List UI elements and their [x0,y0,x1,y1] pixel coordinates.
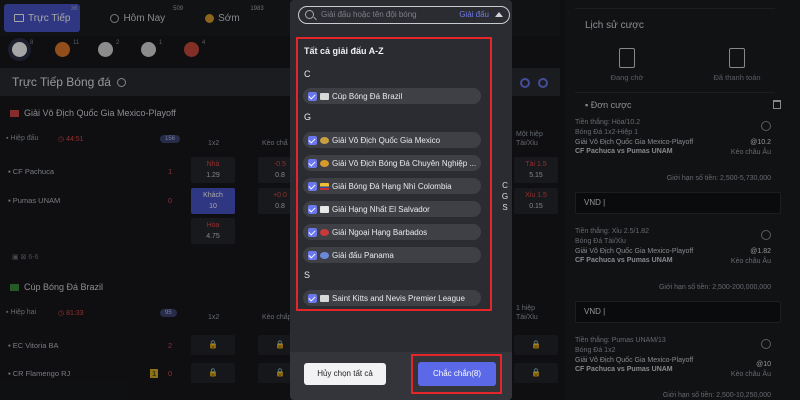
league-item-el-salvador[interactable]: Giải Hạng Nhất El Salvador [303,201,481,217]
league-list-title: Tất cả giải đấu A-Z [304,46,384,56]
league-flag-icon [320,228,329,236]
league-flag-icon [320,92,329,100]
league-item-label: Giải Vô Địch Quốc Gia Mexico [332,135,441,145]
checkbox-icon[interactable] [308,250,317,260]
league-item-mexico[interactable]: Giải Vô Địch Quốc Gia Mexico [303,132,481,148]
league-item-label: Saint Kitts and Nevis Premier League [332,293,465,303]
league-flag-icon [320,159,329,167]
checkbox-icon[interactable] [308,181,317,191]
filter-type-label[interactable]: Giải đấu [459,10,489,19]
index-letter-c[interactable]: C [500,180,510,191]
checkbox-icon[interactable] [308,158,317,168]
search-bar[interactable]: Giải đấu hoặc tên đội bóng Giải đấu [298,6,510,24]
group-letter-g: G [304,112,312,122]
league-item-barbados[interactable]: Giải Ngoại Hạng Barbados [303,224,481,240]
league-item-pro-league[interactable]: Giải Vô Địch Bóng Đá Chuyên Nghiệp ... [303,155,481,171]
league-flag-icon [320,136,329,144]
confirm-button[interactable]: Chắc chắn(8) [418,362,496,386]
index-letter-s[interactable]: S [500,202,510,213]
chevron-up-icon[interactable] [495,12,503,17]
league-flag-icon [320,182,329,190]
index-letter-g[interactable]: G [500,191,510,202]
alphabet-index: C G S [500,180,510,213]
app-root: Trực Tiếp 36 Hôm Nay 509 Sớm 1983 8 11 2… [0,0,800,400]
league-flag-icon [320,251,329,259]
league-flag-icon [320,205,329,213]
checkbox-icon[interactable] [308,91,317,101]
league-flag-icon [320,294,329,302]
league-item-label: Giải Hạng Nhất El Salvador [332,204,430,214]
group-letter-s: S [304,270,311,280]
modal-footer: Hủy chọn tất cả Chắc chắn(8) [290,352,512,400]
group-letter-c: C [304,69,311,79]
checkbox-icon[interactable] [308,293,317,303]
search-icon [305,10,314,19]
checkbox-icon[interactable] [308,204,317,214]
league-item-label: Giải Vô Địch Bóng Đá Chuyên Nghiệp ... [332,158,477,168]
league-item-cup-brazil[interactable]: Cúp Bóng Đá Brazil [303,88,481,104]
league-item-label: Cúp Bóng Đá Brazil [332,91,403,101]
league-filter-modal: Giải đấu hoặc tên đội bóng Giải đấu Tất … [290,0,512,400]
league-list: Tất cả giải đấu A-Z C Cúp Bóng Đá Brazil… [296,37,492,311]
league-item-label: Giải Ngoại Hạng Barbados [332,227,428,237]
confirm-button-highlight: Chắc chắn(8) [411,354,502,394]
league-item-colombia[interactable]: Giải Bóng Đá Hạng Nhì Colombia [303,178,481,194]
league-item-panama[interactable]: Giải đấu Panama [303,247,481,263]
search-input[interactable]: Giải đấu hoặc tên đội bóng [321,10,417,19]
checkbox-icon[interactable] [308,227,317,237]
league-item-saint-kitts[interactable]: Saint Kitts and Nevis Premier League [303,290,481,306]
league-item-label: Giải đấu Panama [332,250,394,260]
league-item-label: Giải Bóng Đá Hạng Nhì Colombia [332,181,452,191]
checkbox-icon[interactable] [308,135,317,145]
deselect-all-button[interactable]: Hủy chọn tất cả [304,363,386,385]
